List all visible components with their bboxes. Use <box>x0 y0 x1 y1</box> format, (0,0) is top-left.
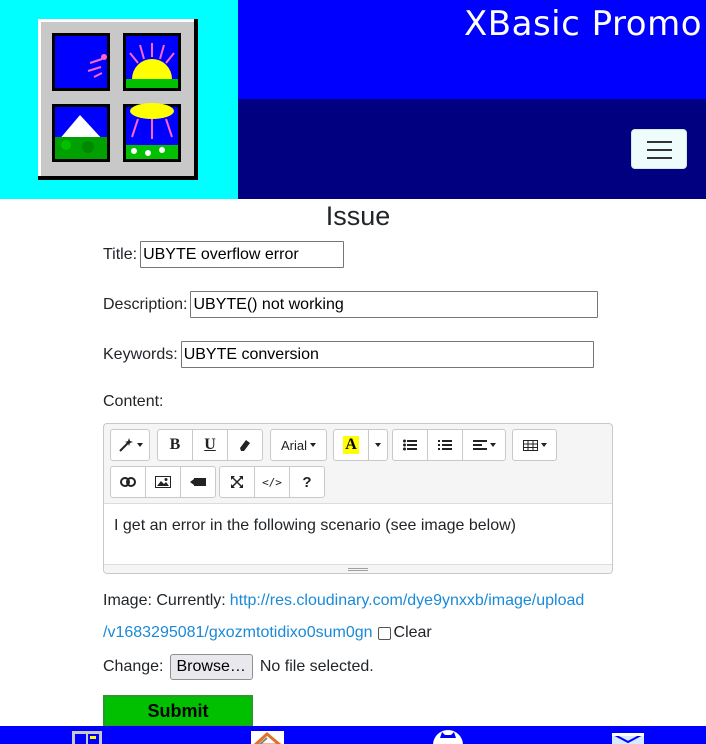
change-row: Change: Browse… No file selected. <box>103 654 374 680</box>
editor-content[interactable]: I get an error in the following scenario… <box>104 503 612 564</box>
table-group <box>512 429 557 461</box>
unordered-list-button[interactable] <box>392 429 428 461</box>
description-input[interactable] <box>190 291 599 318</box>
caret-down-icon <box>136 443 143 447</box>
clear-format-button[interactable] <box>227 429 263 461</box>
keywords-label: Keywords: <box>103 345 178 363</box>
font-name-dropdown[interactable]: Arial <box>270 429 327 461</box>
caret-down-icon <box>375 443 381 447</box>
color-group: A <box>333 429 388 461</box>
caret-down-icon <box>540 443 547 447</box>
github-footer-icon[interactable] <box>432 729 464 744</box>
highlight-a-icon: A <box>343 436 359 454</box>
insert-video-button[interactable] <box>180 466 216 498</box>
bullet-list-icon <box>403 439 417 451</box>
site-title[interactable]: XBasic Promo <box>464 4 702 44</box>
video-icon <box>190 478 206 486</box>
image-icon <box>155 476 171 488</box>
logo-area <box>0 0 238 199</box>
title-row: Title: <box>103 241 345 268</box>
browse-button[interactable]: Browse… <box>169 654 253 680</box>
paragraph-align-dropdown[interactable] <box>462 429 506 461</box>
fullscreen-button[interactable] <box>219 466 255 498</box>
rich-text-editor: B U Arial A </> ? I get an error in the … <box>103 423 613 574</box>
image-label: Image: Currently: <box>103 592 226 609</box>
caret-down-icon <box>489 443 496 447</box>
style-button[interactable] <box>110 429 150 461</box>
editor-toolbar: B U Arial A </> ? <box>104 424 612 503</box>
image-row-2: /v1683295081/gxozmtotidixo0sum0gn Clear <box>103 624 432 642</box>
link-icon <box>120 477 136 487</box>
xbasic-footer-icon[interactable] <box>72 731 102 744</box>
caret-down-icon <box>310 443 316 447</box>
image-url-link-continued[interactable]: /v1683295081/gxozmtotidixo0sum0gn <box>103 624 373 642</box>
hamburger-icon <box>647 149 672 151</box>
clear-checkbox[interactable] <box>377 626 391 640</box>
magic-wand-icon <box>118 438 133 452</box>
eraser-icon <box>240 440 250 451</box>
content-label: Content: <box>103 393 164 410</box>
home-footer-icon[interactable] <box>251 731 284 744</box>
insert-link-button[interactable] <box>110 466 146 498</box>
page-title: Issue <box>325 201 391 231</box>
underline-button[interactable]: U <box>192 429 228 461</box>
font-name-label: Arial <box>280 437 307 453</box>
content-row: Content: <box>103 393 166 411</box>
no-file-label: No file selected. <box>259 658 374 675</box>
description-label: Description: <box>103 295 188 313</box>
site-header: XBasic Promo <box>0 0 706 199</box>
numbered-list-icon <box>438 440 452 450</box>
text-color-button[interactable]: A <box>333 429 369 461</box>
title-input[interactable] <box>140 241 345 268</box>
align-left-icon <box>472 440 487 450</box>
fullscreen-icon <box>231 476 243 488</box>
bold-button[interactable]: B <box>157 429 193 461</box>
paragraph-group <box>392 429 506 461</box>
clear-label: Clear <box>393 624 432 641</box>
email-footer-icon[interactable] <box>612 732 644 744</box>
image-row: Image: Currently: http://res.cloudinary.… <box>103 592 584 610</box>
table-icon <box>522 439 538 451</box>
ordered-list-button[interactable] <box>427 429 463 461</box>
hamburger-icon <box>647 141 672 143</box>
editor-resize-handle[interactable] <box>104 564 612 573</box>
change-label: Change: <box>103 658 164 675</box>
keywords-row: Keywords: <box>103 341 594 368</box>
image-url-link[interactable]: http://res.cloudinary.com/dye9ynxxb/imag… <box>230 592 585 610</box>
insert-image-button[interactable] <box>145 466 181 498</box>
navbar-toggler-button[interactable] <box>631 129 687 169</box>
hamburger-icon <box>647 157 672 159</box>
view-group: </> ? <box>219 466 325 498</box>
xbasic-windows-logo[interactable] <box>38 19 198 180</box>
description-row: Description: <box>103 291 599 318</box>
insert-group <box>110 466 216 498</box>
code-view-button[interactable]: </> <box>254 466 290 498</box>
font-style-group: B U <box>157 429 263 461</box>
site-footer <box>0 726 706 744</box>
help-button[interactable]: ? <box>289 466 325 498</box>
submit-button[interactable]: Submit <box>103 695 253 727</box>
keywords-input[interactable] <box>180 341 594 368</box>
font-name-group: Arial <box>270 429 327 461</box>
color-dropdown-button[interactable] <box>368 429 388 461</box>
title-bar: XBasic Promo <box>238 0 706 99</box>
style-group <box>110 429 150 461</box>
table-dropdown[interactable] <box>512 429 557 461</box>
title-label: Title: <box>103 245 138 263</box>
